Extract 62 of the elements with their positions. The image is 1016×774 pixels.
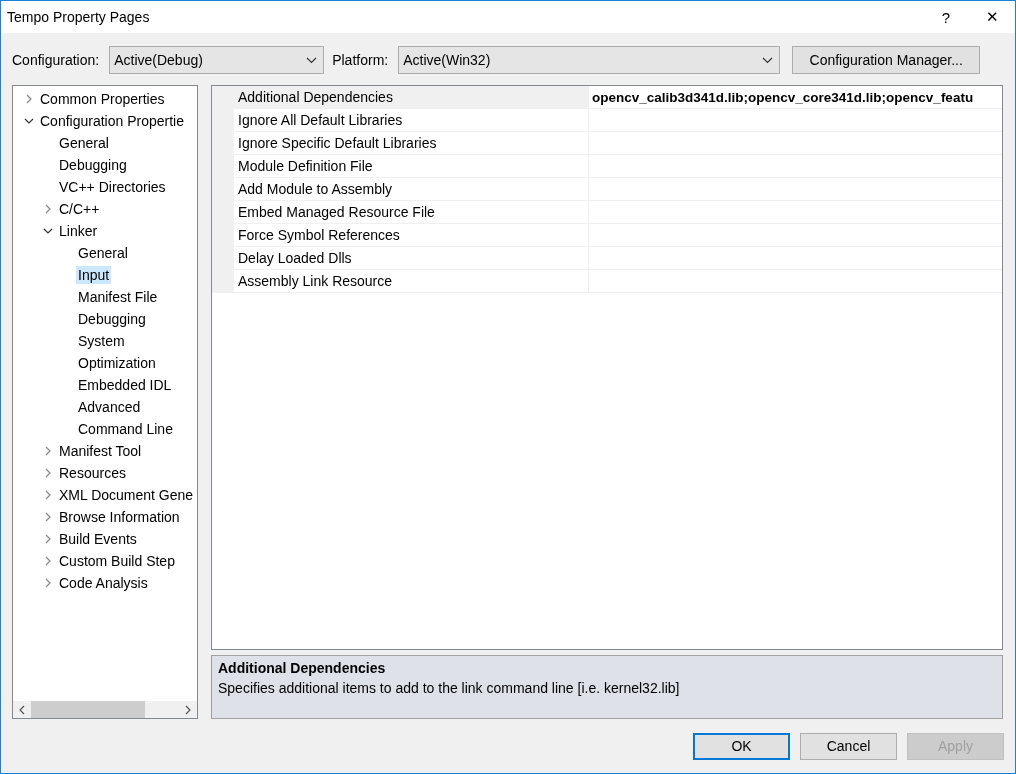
chevron-right-icon[interactable]: [44, 204, 51, 214]
chevron-right-icon[interactable]: [44, 556, 51, 566]
tree-item[interactable]: General: [76, 244, 130, 262]
chevron-right-icon[interactable]: [44, 512, 51, 522]
tree-item[interactable]: Configuration Propertie: [38, 112, 186, 130]
tree-item[interactable]: Browse Information: [57, 508, 182, 526]
scroll-right-icon[interactable]: [185, 704, 191, 715]
property-name[interactable]: Ignore Specific Default Libraries: [234, 132, 589, 155]
close-button[interactable]: ✕: [969, 1, 1015, 33]
tree-item[interactable]: Command Line: [76, 420, 175, 438]
chevron-right-icon[interactable]: [44, 446, 51, 456]
platform-dropdown[interactable]: Active(Win32): [398, 46, 781, 74]
tree-item[interactable]: VC++ Directories: [57, 178, 168, 196]
tree-item[interactable]: Custom Build Step: [57, 552, 177, 570]
property-name[interactable]: Embed Managed Resource File: [234, 201, 589, 224]
property-name[interactable]: Additional Dependencies: [234, 86, 589, 109]
property-name[interactable]: Ignore All Default Libraries: [234, 109, 589, 132]
configuration-label: Configuration:: [12, 52, 100, 68]
property-name[interactable]: Module Definition File: [234, 155, 589, 178]
tree-item[interactable]: System: [76, 332, 127, 350]
tree-item[interactable]: C/C++: [57, 200, 102, 218]
description-text: Specifies additional items to add to the link command line [i.e. kernel32.lib]: [218, 680, 681, 696]
tree-item[interactable]: Input: [76, 266, 112, 284]
dialog-button[interactable]: OK: [693, 732, 790, 760]
property-name[interactable]: Force Symbol References: [234, 224, 589, 247]
tree-item[interactable]: Resources: [57, 464, 128, 482]
property-name[interactable]: Assembly Link Resource: [234, 270, 589, 293]
tree-item[interactable]: Linker: [57, 222, 100, 240]
chevron-right-icon[interactable]: [44, 534, 51, 544]
tree-item[interactable]: Optimization: [76, 354, 158, 372]
chevron-down-icon: [306, 56, 318, 64]
chevron-right-icon[interactable]: [44, 490, 51, 500]
tree-item[interactable]: Common Properties: [38, 90, 167, 108]
tree-item[interactable]: Build Events: [57, 530, 139, 548]
tree-item[interactable]: Embedded IDL: [76, 376, 174, 394]
chevron-down-icon: [762, 56, 774, 64]
property-value[interactable]: opencv_calib3d341d.lib;opencv_core341d.lib;opencv_featu: [592, 89, 974, 105]
chevron-down-icon[interactable]: [23, 118, 34, 124]
scroll-left-icon[interactable]: [19, 704, 25, 715]
tree-item[interactable]: Manifest Tool: [57, 442, 144, 460]
tree-item[interactable]: Manifest File: [76, 288, 160, 306]
tree-item[interactable]: Advanced: [76, 398, 143, 416]
property-name[interactable]: Add Module to Assembly: [234, 178, 589, 201]
property-name[interactable]: Delay Loaded Dlls: [234, 247, 589, 270]
chevron-down-icon[interactable]: [42, 228, 53, 234]
platform-label: Platform:: [332, 52, 389, 68]
help-button[interactable]: ?: [923, 1, 969, 33]
tree-item[interactable]: Debugging: [57, 156, 129, 174]
tree-item[interactable]: Debugging: [76, 310, 148, 328]
chevron-right-icon[interactable]: [25, 94, 32, 104]
row-gutter: [212, 270, 234, 293]
chevron-right-icon[interactable]: [44, 468, 51, 478]
tree-item[interactable]: XML Document Gene: [57, 486, 196, 504]
horizontal-scrollbar[interactable]: [13, 701, 197, 718]
tree-item[interactable]: General: [57, 134, 111, 152]
configuration-dropdown[interactable]: Active(Debug): [109, 46, 325, 74]
chevron-right-icon[interactable]: [44, 578, 51, 588]
dialog-button[interactable]: Cancel: [800, 732, 897, 760]
window-title: Tempo Property Pages: [6, 9, 151, 25]
tree-item[interactable]: Code Analysis: [57, 574, 150, 592]
description-title: Additional Dependencies: [218, 660, 387, 676]
configuration-manager-button[interactable]: Configuration Manager...: [792, 46, 981, 74]
